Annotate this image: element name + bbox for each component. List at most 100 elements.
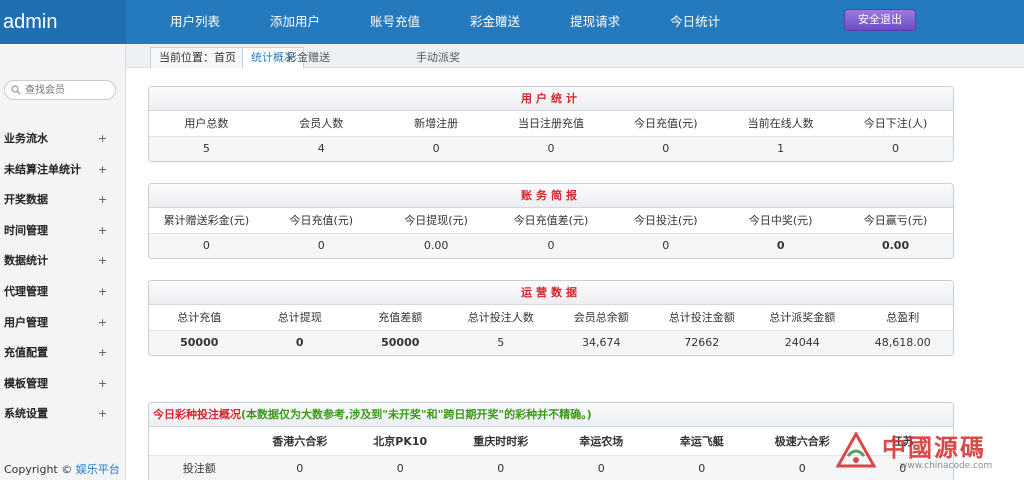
sidebar-item-label: 代理管理	[4, 284, 48, 298]
table-cell: 0	[723, 233, 839, 258]
table-cell: 48,618.00	[852, 330, 953, 355]
column-header: 幸运农场	[551, 427, 652, 456]
expand-icon[interactable]: +	[98, 216, 107, 247]
panel-title: 运营数据	[149, 281, 953, 305]
table-cell: 0	[608, 233, 724, 258]
nav-withdraw-requests[interactable]: 提现请求	[545, 0, 645, 44]
sidebar-menu: 业务流水 + 未结算注单统计 + 开奖数据 + 时间管理 + 数据统计 + 代理管理 + 用…	[0, 124, 126, 430]
nav-bonus-gift[interactable]: 彩金赠送	[445, 0, 545, 44]
breadcrumb-tab-bonus[interactable]: 彩金赠送	[286, 49, 330, 65]
column-header: 今日充值差(元)	[493, 208, 609, 234]
breadcrumb-home-label: 首页	[214, 51, 236, 64]
search-input[interactable]	[25, 83, 111, 98]
table-cell: 0	[450, 455, 551, 480]
breadcrumb-prefix: 当前位置：	[159, 51, 214, 64]
column-header: 香港六合彩	[249, 427, 350, 456]
column-header: 今日中奖(元)	[723, 208, 839, 234]
watermark-logo-icon	[835, 432, 877, 468]
column-header: 北京PK10	[350, 427, 451, 456]
copyright: Copyright © 娱乐平台	[4, 461, 120, 477]
table-cell: 24044	[752, 330, 853, 355]
sidebar-item-unsettled-stats[interactable]: 未结算注单统计 +	[0, 155, 126, 186]
table-row: 5 4 0 0 0 1 0	[149, 136, 953, 161]
sidebar-item-data-stats[interactable]: 数据统计 +	[0, 246, 126, 277]
operation-data-table: 总计充值 总计提现 充值差额 总计投注人数 会员总余额 总计投注金额 总计派奖金…	[149, 305, 953, 355]
table-cell: 0	[493, 136, 609, 161]
sidebar-item-agent-management[interactable]: 代理管理 +	[0, 277, 126, 308]
table-cell: 0	[263, 233, 379, 258]
nav-user-list[interactable]: 用户列表	[145, 0, 245, 44]
logout-button[interactable]: 安全退出	[844, 9, 916, 31]
user-stats-panel: 用户统计 用户总数 会员人数 新增注册 当日注册充值 今日充值(元) 当前在线人…	[148, 86, 954, 162]
column-header: 总计派奖金额	[752, 305, 853, 331]
nav-add-user[interactable]: 添加用户	[245, 0, 345, 44]
table-header-row: 总计充值 总计提现 充值差额 总计投注人数 会员总余额 总计投注金额 总计派奖金…	[149, 305, 953, 331]
table-cell: 0	[378, 136, 494, 161]
column-header: 今日提现(元)	[378, 208, 494, 234]
sidebar-item-business-flow[interactable]: 业务流水 +	[0, 124, 126, 155]
sidebar-item-label: 充值配置	[4, 346, 48, 360]
sidebar-item-time-management[interactable]: 时间管理 +	[0, 216, 126, 247]
breadcrumb-tab-manual-payout[interactable]: 手动派奖	[416, 49, 460, 65]
top-nav: 用户列表 添加用户 账号充值 彩金赠送 提现请求 今日统计	[145, 0, 745, 44]
column-header: 会员总余额	[551, 305, 652, 331]
sidebar-item-label: 未结算注单统计	[4, 162, 81, 176]
copyright-prefix: Copyright ©	[4, 463, 73, 476]
watermark: 中國源碼 www.chinacode.com	[830, 426, 1024, 480]
table-cell: 0	[249, 330, 350, 355]
table-cell: 0	[249, 455, 350, 480]
column-header: 今日投注(元)	[608, 208, 724, 234]
column-header: 总计投注金额	[651, 305, 752, 331]
panel-title: 今日彩种投注概况(本数据仅为大数参考,涉及到"未开奖"和"跨日期开奖"的彩种并不…	[149, 403, 953, 427]
table-cell: 50000	[149, 330, 250, 355]
table-cell: 4	[263, 136, 379, 161]
column-header: 重庆时时彩	[450, 427, 551, 456]
member-search[interactable]	[4, 80, 116, 100]
table-cell: 0	[838, 136, 953, 161]
column-header: 累计赠送彩金(元)	[149, 208, 264, 234]
table-cell: 0	[551, 455, 652, 480]
table-header-row: 累计赠送彩金(元) 今日充值(元) 今日提现(元) 今日充值差(元) 今日投注(…	[149, 208, 953, 234]
column-header: 总计充值	[149, 305, 250, 331]
sidebar-item-system-settings[interactable]: 系统设置 +	[0, 399, 126, 430]
breadcrumb-home[interactable]: 当前位置：首页	[150, 47, 245, 68]
sidebar-item-user-management[interactable]: 用户管理 +	[0, 308, 126, 339]
panel-title: 账务简报	[149, 184, 953, 208]
table-row: 50000 0 50000 5 34,674 72662 24044 48,61…	[149, 330, 953, 355]
column-header: 总盈利	[852, 305, 953, 331]
operation-data-panel: 运营数据 总计充值 总计提现 充值差额 总计投注人数 会员总余额 总计投注金额 …	[148, 280, 954, 356]
account-summary-table: 累计赠送彩金(元) 今日充值(元) 今日提现(元) 今日充值差(元) 今日投注(…	[149, 208, 953, 258]
column-header: 会员人数	[263, 111, 379, 137]
expand-icon[interactable]: +	[98, 369, 107, 400]
panel-note: (本数据仅为大数参考,涉及到"未开奖"和"跨日期开奖"的彩种并不精确。)	[241, 408, 592, 421]
nav-account-recharge[interactable]: 账号充值	[345, 0, 445, 44]
sidebar-item-label: 用户管理	[4, 315, 48, 329]
expand-icon[interactable]: +	[98, 308, 107, 339]
expand-icon[interactable]: +	[98, 124, 107, 155]
sidebar-item-label: 模板管理	[4, 376, 48, 390]
sidebar-item-label: 业务流水	[4, 132, 48, 145]
expand-icon[interactable]: +	[98, 277, 107, 308]
table-cell: 0	[493, 233, 609, 258]
expand-icon[interactable]: +	[98, 399, 107, 430]
sidebar-item-draw-data[interactable]: 开奖数据 +	[0, 185, 126, 216]
sidebar-item-recharge-config[interactable]: 充值配置 +	[0, 338, 126, 369]
expand-icon[interactable]: +	[98, 338, 107, 369]
expand-icon[interactable]: +	[98, 155, 107, 186]
brand-title[interactable]: admin	[0, 0, 126, 44]
expand-icon[interactable]: +	[98, 246, 107, 277]
table-cell: 50000	[350, 330, 451, 355]
column-header: 总计提现	[249, 305, 350, 331]
column-header: 用户总数	[149, 111, 264, 137]
column-header: 幸运飞艇	[651, 427, 752, 456]
nav-today-stats[interactable]: 今日统计	[645, 0, 745, 44]
table-cell: 0.00	[838, 233, 953, 258]
table-cell: 5	[450, 330, 551, 355]
copyright-brand-link[interactable]: 娱乐平台	[76, 463, 120, 476]
table-cell: 0.00	[378, 233, 494, 258]
table-cell: 0	[149, 233, 264, 258]
sidebar-item-template-management[interactable]: 模板管理 +	[0, 369, 126, 400]
panel-title-text: 今日彩种投注概况	[153, 408, 241, 421]
column-header	[149, 427, 250, 456]
expand-icon[interactable]: +	[98, 185, 107, 216]
